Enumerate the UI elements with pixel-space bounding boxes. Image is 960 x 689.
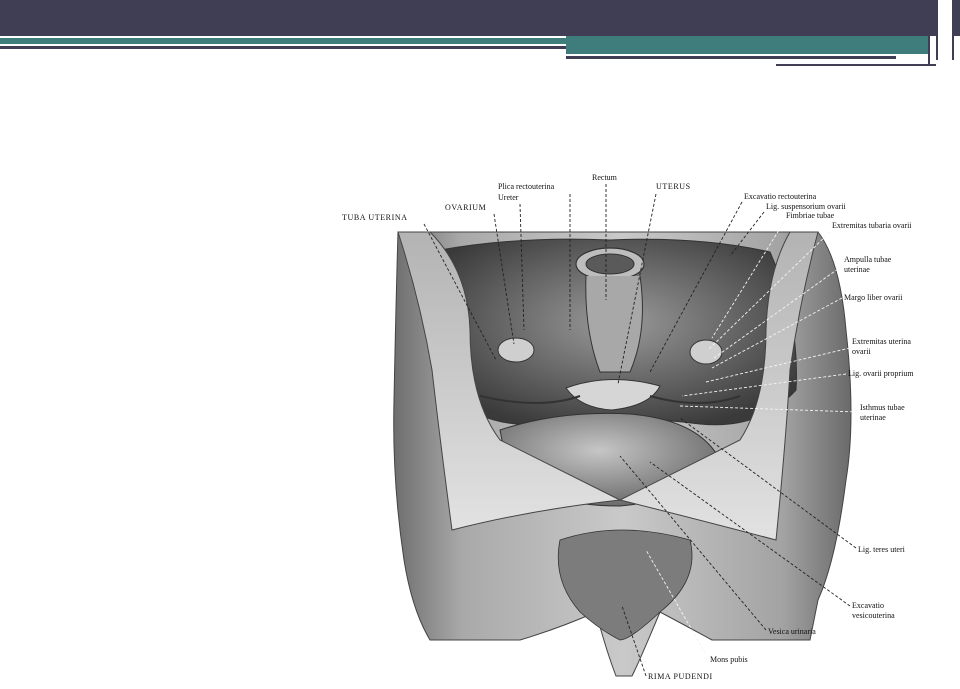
label-mons-pubis: Mons pubis [710, 655, 748, 664]
label-uterus: UTERUS [656, 182, 691, 191]
label-plica-rectouterina: Plica rectouterina [498, 182, 555, 191]
label-isthmus-tubae: Isthmus tubae [860, 403, 905, 412]
label-isthmus-tubae-uterinae: uterinae [860, 413, 886, 422]
label-lig-suspensorium-ovarii: Lig. suspensorium ovarii [766, 202, 847, 211]
label-extremitas-uterina: Extremitas uterina [852, 337, 911, 346]
label-excavatio-vesicouterina: Excavatio [852, 601, 884, 610]
label-rima-pudendi: RIMA PUDENDI [648, 672, 713, 681]
label-extremitas-uterina-ovarii: ovarii [852, 347, 871, 356]
label-ovarium: OVARIUM [445, 203, 486, 212]
label-excavatio-rectouterina: Excavatio rectouterina [744, 192, 817, 201]
label-ampulla-tubae: Ampulla tubae [844, 255, 892, 264]
anatomy-figure: Rectum Plica rectouterina Ureter UTERUS … [342, 173, 914, 681]
label-extremitas-tubaria-ovarii: Extremitas tubaria ovarii [832, 221, 912, 230]
label-vesica-urinaria: Vesica urinaria [768, 627, 816, 636]
label-fimbriae-tubae: Fimbriae tubae [786, 211, 835, 220]
torso-illustration [393, 231, 852, 677]
label-lig-teres-uteri: Lig. teres uteri [858, 545, 906, 554]
label-excavatio-vesicouterina-2: vesicouterina [852, 611, 895, 620]
label-lig-ovarii-proprium: Lig. ovarii proprium [848, 369, 914, 378]
label-ureter: Ureter [498, 193, 519, 202]
label-margo-liber-ovarii: Margo liber ovarii [844, 293, 903, 302]
label-tuba-uterina: TUBA UTERINA [342, 213, 408, 222]
label-ampulla-tubae-uterinae: uterinae [844, 265, 870, 274]
label-rectum: Rectum [592, 173, 618, 182]
